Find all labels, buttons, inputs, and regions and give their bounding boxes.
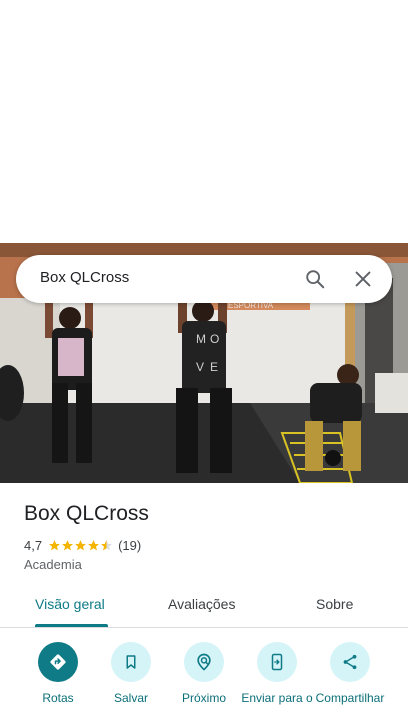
share-button[interactable]: Compartilhar bbox=[310, 642, 390, 705]
star-icon bbox=[88, 539, 99, 550]
rating-value: 4,7 bbox=[24, 537, 43, 553]
half-star-icon bbox=[101, 539, 112, 550]
search-icon[interactable] bbox=[304, 268, 326, 290]
send-to-phone-button[interactable]: Enviar para o bbox=[237, 642, 317, 705]
star-icon bbox=[49, 539, 60, 550]
star-rating bbox=[48, 539, 113, 552]
star-icon bbox=[75, 539, 86, 550]
tab-bar: Visão geral Avaliações Sobre bbox=[0, 585, 408, 628]
active-tab-indicator bbox=[35, 624, 108, 627]
bookmark-icon[interactable] bbox=[111, 642, 151, 682]
shirt-letter: M bbox=[196, 332, 206, 346]
nearby-label: Próximo bbox=[181, 691, 226, 705]
star-icon bbox=[62, 539, 73, 550]
send-to-phone-label: Enviar para o bbox=[241, 691, 313, 705]
shirt-letter: O bbox=[210, 332, 219, 346]
save-button[interactable]: Salvar bbox=[91, 642, 171, 705]
directions-icon[interactable] bbox=[38, 642, 78, 682]
close-icon[interactable] bbox=[352, 268, 374, 290]
place-category: Academia bbox=[24, 557, 82, 572]
share-label: Compartilhar bbox=[315, 691, 385, 705]
tab-reviews[interactable]: Avaliações bbox=[168, 596, 235, 612]
place-name: Box QLCross bbox=[24, 502, 149, 525]
search-input[interactable]: Box QLCross bbox=[40, 269, 129, 286]
tab-overview[interactable]: Visão geral bbox=[35, 596, 105, 612]
nearby-button[interactable]: Próximo bbox=[164, 642, 244, 705]
blank-area bbox=[0, 0, 408, 243]
directions-button[interactable]: Rotas bbox=[18, 642, 98, 705]
nearby-icon[interactable] bbox=[184, 642, 224, 682]
send-to-phone-icon[interactable] bbox=[257, 642, 297, 682]
save-label: Salvar bbox=[113, 691, 148, 705]
search-bar[interactable]: Box QLCross bbox=[16, 255, 392, 303]
shirt-letter: V bbox=[196, 360, 204, 374]
share-icon[interactable] bbox=[330, 642, 370, 682]
tab-about[interactable]: Sobre bbox=[316, 596, 353, 612]
review-count: (19) bbox=[118, 537, 142, 553]
rating-row[interactable]: 4,7 (19) bbox=[24, 536, 141, 554]
shirt-letter: E bbox=[210, 360, 218, 374]
directions-label: Rotas bbox=[42, 691, 74, 705]
